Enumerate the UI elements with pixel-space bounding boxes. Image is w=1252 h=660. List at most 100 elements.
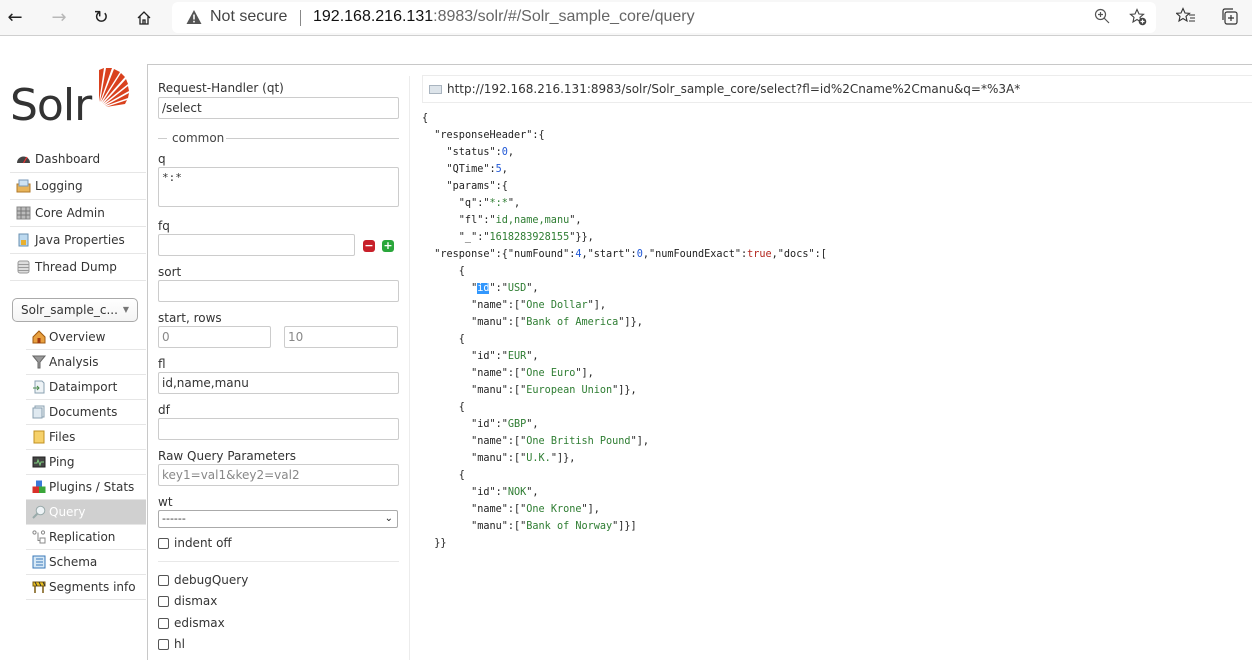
home-icon[interactable] — [131, 5, 157, 31]
core-item-label: Dataimport — [49, 380, 118, 394]
remove-fq-button[interactable]: − — [363, 240, 375, 252]
doc-manu: European Union — [526, 385, 613, 396]
solr-sun-icon — [99, 68, 129, 107]
chevron-down-icon: ▼ — [122, 305, 129, 314]
core-item-analysis[interactable]: Analysis — [26, 350, 146, 375]
raw-params-input[interactable]: key1=val1&key2=val2 — [158, 464, 399, 486]
fq-input[interactable] — [158, 234, 355, 256]
checkbox-box[interactable] — [158, 617, 169, 629]
reload-icon[interactable]: ↻ — [88, 5, 114, 31]
segments-icon — [32, 581, 46, 593]
doc-name: One Dollar — [526, 300, 588, 311]
core-item-label: Files — [49, 430, 76, 444]
core-item-label: Segments info — [49, 580, 136, 594]
core-item-dataimport[interactable]: Dataimport — [26, 375, 146, 400]
fieldset-line — [226, 138, 399, 139]
fieldset-line — [158, 138, 167, 139]
doc-id: NOK — [507, 487, 527, 498]
core-item-label: Documents — [49, 405, 118, 419]
request-url-link[interactable]: http://192.168.216.131:8983/solr/Solr_sa… — [447, 82, 1020, 96]
back-icon[interactable]: ← — [2, 5, 28, 31]
sort-label: sort — [158, 265, 182, 279]
files-icon — [33, 430, 45, 444]
core-item-schema[interactable]: Schema — [26, 550, 146, 575]
q-label: q — [158, 152, 166, 166]
checkbox-box[interactable] — [158, 595, 169, 607]
security-label[interactable]: Not secure — [210, 8, 287, 26]
core-item-documents[interactable]: Documents — [26, 400, 146, 425]
dismax-label: dismax — [174, 594, 218, 608]
response-json: { "responseHeader":{ "status":0, "QTime"… — [422, 113, 827, 549]
sidebar-item-thread-dump[interactable]: Thread Dump — [10, 254, 146, 281]
add-fq-button[interactable]: + — [382, 240, 394, 252]
debugquery-label: debugQuery — [174, 573, 249, 587]
q-textarea[interactable]: *:* — [158, 167, 399, 207]
query-icon — [32, 505, 46, 519]
sidebar-item-dashboard[interactable]: Dashboard — [10, 146, 146, 173]
forward-icon[interactable]: → — [46, 5, 72, 31]
zoom-icon[interactable] — [1092, 8, 1112, 28]
debugquery-checkbox[interactable]: debugQuery — [158, 573, 248, 587]
qt-input[interactable]: /select — [158, 97, 399, 119]
raw-params-label: Raw Query Parameters — [158, 449, 297, 463]
json-param-q: *:* — [489, 198, 508, 209]
sidebar-item-logging[interactable]: Logging — [10, 173, 146, 200]
sidebar-item-label: Logging — [35, 179, 83, 193]
core-item-plugins[interactable]: Plugins / Stats — [26, 475, 146, 500]
sidebar-item-label: Core Admin — [35, 206, 105, 220]
core-item-query[interactable]: Query — [26, 500, 146, 525]
dashboard-icon — [17, 156, 30, 164]
solr-logo[interactable]: Solr — [10, 62, 130, 131]
doc-manu: Bank of America — [526, 317, 619, 328]
core-admin-icon — [16, 206, 31, 220]
json-param-underscore: 1618283928155 — [489, 232, 570, 243]
checkbox-box[interactable] — [158, 638, 169, 650]
chevron-down-icon: ⌄ — [384, 513, 393, 524]
rows-input[interactable]: 10 — [284, 326, 398, 348]
checkbox-box[interactable] — [158, 574, 169, 586]
core-item-label: Overview — [49, 330, 106, 344]
start-input[interactable]: 0 — [158, 326, 271, 348]
json-numfoundexact: true — [747, 249, 772, 260]
doc-name: One Krone — [526, 504, 582, 515]
add-favorite-icon[interactable] — [1128, 8, 1148, 28]
dismax-checkbox[interactable]: dismax — [158, 594, 217, 608]
overview-icon — [32, 330, 46, 344]
replication-icon — [32, 530, 46, 544]
hl-checkbox[interactable]: hl — [158, 637, 185, 651]
thread-dump-icon — [17, 260, 30, 274]
browser-toolbar: ← → ↻ Not secure 192.168.216.131:8983/so… — [0, 0, 1252, 36]
wt-select[interactable]: ------ ⌄ — [158, 510, 398, 528]
divider — [158, 561, 399, 562]
qt-label: Request-Handler (qt) — [158, 81, 284, 95]
doc-name: One Euro — [526, 368, 576, 379]
fq-label: fq — [158, 219, 170, 233]
checkbox-box[interactable] — [158, 537, 169, 549]
core-item-files[interactable]: Files — [26, 425, 146, 450]
df-input[interactable] — [158, 418, 399, 440]
sidebar-item-label: Thread Dump — [35, 260, 117, 274]
hl-label: hl — [174, 637, 185, 651]
favorites-icon[interactable] — [1175, 7, 1197, 29]
core-item-overview[interactable]: Overview — [26, 325, 146, 350]
fl-input[interactable]: id,name,manu — [158, 372, 399, 394]
logging-icon — [16, 179, 31, 193]
sort-input[interactable] — [158, 280, 399, 302]
common-legend: common — [172, 131, 225, 145]
core-item-segments[interactable]: Segments info — [26, 575, 146, 600]
core-item-label: Plugins / Stats — [49, 480, 135, 494]
analysis-icon — [32, 355, 46, 369]
core-item-replication[interactable]: Replication — [26, 525, 146, 550]
indent-label: indent off — [174, 536, 232, 550]
core-selector[interactable]: Solr_sample_c... ▼ — [12, 298, 138, 322]
column-separator — [409, 76, 410, 660]
indent-checkbox[interactable]: indent off — [158, 536, 232, 550]
url-text[interactable]: 192.168.216.131:8983/solr/#/Solr_sample_… — [313, 8, 695, 26]
address-bar[interactable]: Not secure 192.168.216.131:8983/solr/#/S… — [172, 2, 1156, 33]
sidebar-item-core-admin[interactable]: Core Admin — [10, 200, 146, 227]
edismax-checkbox[interactable]: edismax — [158, 616, 225, 630]
sidebar-item-java-properties[interactable]: Java Properties — [10, 227, 146, 254]
plugins-icon — [32, 480, 46, 493]
collections-icon[interactable] — [1219, 7, 1241, 29]
core-item-ping[interactable]: Ping — [26, 450, 146, 475]
